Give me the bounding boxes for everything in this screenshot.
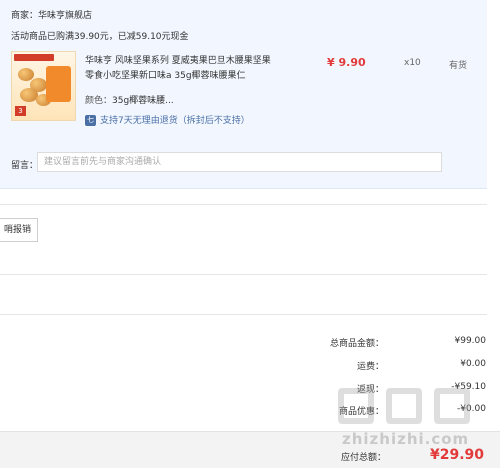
note-label: 留言： — [11, 161, 39, 171]
product-spec: 颜色：35g椰蓉味腰... — [85, 93, 174, 106]
merchant-name[interactable]: 华味亨旗舰店 — [38, 11, 92, 21]
goods-total-label: 总商品金额： — [329, 339, 384, 349]
total-bar: 应付总额： ¥29.90 — [0, 431, 500, 468]
stock-status: 有货 — [449, 61, 468, 71]
total-value: ¥29.90 — [430, 447, 485, 463]
merchant-row: 商家：华味亨旗舰店 — [11, 8, 92, 21]
return-policy: 七支持7天无理由退货（拆封后不支持） — [85, 113, 250, 126]
product-thumbnail[interactable]: 3 — [11, 51, 76, 121]
promo-text: 活动商品已购满39.90元，已减59.10元现金 — [11, 32, 189, 42]
product-package-image — [46, 66, 71, 102]
spec-value: 35g椰蓉味腰... — [112, 96, 174, 106]
return-policy-text: 支持7天无理由退货（拆封后不支持） — [100, 116, 250, 126]
product-title[interactable]: 华味亨 风味坚果系列 夏威夷果巴旦木腰果坚果零食小吃坚果新口味a 35g椰蓉味腰… — [85, 54, 275, 84]
shipping-label: 运费： — [356, 362, 384, 372]
shipping-value: ¥0.00 — [460, 359, 486, 369]
summary-discount: 商品优惠： -¥0.00 — [300, 404, 486, 418]
brand-logo — [14, 54, 54, 61]
rebate-label: 返现： — [356, 385, 384, 395]
section-divider — [0, 274, 487, 275]
invoice-button[interactable]: 哨报销 — [0, 218, 38, 242]
seven-day-return-icon: 七 — [85, 115, 96, 126]
quantity: x10 — [404, 58, 421, 68]
unit-price: ¥ 9.90 — [327, 56, 366, 69]
discount-value: -¥0.00 — [456, 404, 486, 414]
summary-shipping: 运费： ¥0.00 — [300, 359, 486, 373]
discount-label: 商品优惠： — [338, 407, 384, 417]
total-label: 应付总额： — [341, 453, 387, 463]
summary-goods-total: 总商品金额： ¥99.00 — [300, 336, 486, 350]
order-item-panel: 商家：华味亨旗舰店 活动商品已购满39.90元，已减59.10元现金 3 华味亨… — [0, 0, 487, 189]
merchant-label: 商家： — [11, 11, 39, 21]
thumb-badge: 3 — [15, 106, 26, 116]
section-divider — [0, 314, 487, 315]
summary-rebate: 返现： -¥59.10 — [300, 382, 486, 396]
goods-total-value: ¥99.00 — [454, 336, 487, 346]
section-divider — [0, 204, 487, 205]
spec-label: 颜色： — [85, 96, 113, 106]
rebate-value: -¥59.10 — [451, 382, 486, 392]
note-input[interactable] — [37, 152, 442, 172]
